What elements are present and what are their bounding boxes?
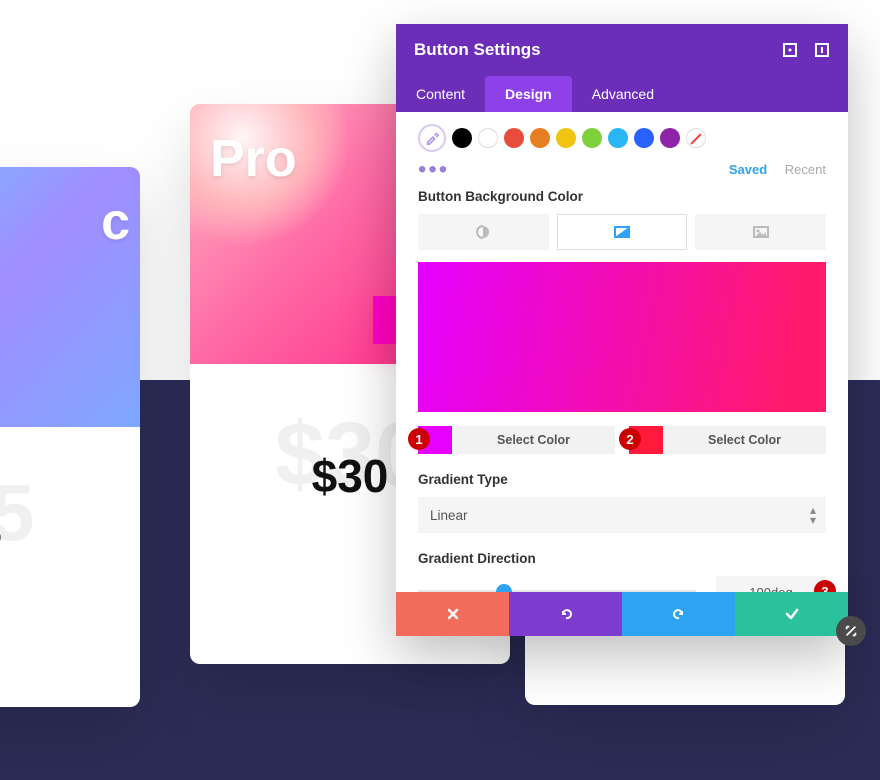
select-color-1-button[interactable]: Select Color — [452, 426, 615, 454]
swatch-orange[interactable] — [530, 128, 550, 148]
swatch-black[interactable] — [452, 128, 472, 148]
swatch-green[interactable] — [582, 128, 602, 148]
saved-link[interactable]: Saved — [729, 162, 767, 177]
swatch-white[interactable] — [478, 128, 498, 148]
gradient-color-1: 1 Select Color — [418, 426, 615, 454]
annotation-3: 3 — [814, 580, 836, 592]
button-background-color-label: Button Background Color — [418, 189, 826, 204]
more-options-icon[interactable]: ••• — [418, 165, 449, 175]
undo-button[interactable] — [509, 592, 622, 636]
price-shadow-basic: 15 — [0, 467, 34, 559]
gradient-color-2: 2 Select Color — [629, 426, 826, 454]
panel-title: Button Settings — [414, 40, 541, 60]
annotation-2: 2 — [619, 428, 641, 450]
panel-action-bar — [396, 592, 848, 636]
swatch-yellow[interactable] — [556, 128, 576, 148]
gradient-direction-row: 3 — [418, 576, 826, 592]
saved-recent-group: Saved Recent — [715, 162, 826, 177]
bg-type-image-icon[interactable] — [695, 214, 826, 250]
price-pro: $30 — [312, 449, 389, 503]
button-settings-panel: Button Settings Content Design Advanced — [396, 24, 848, 636]
saved-recent-row: ••• Saved Recent — [418, 162, 826, 177]
confirm-button[interactable] — [735, 592, 848, 636]
background-type-segment — [418, 214, 826, 250]
recent-link[interactable]: Recent — [785, 162, 826, 177]
redo-button[interactable] — [622, 592, 735, 636]
gradient-colors-row: 1 Select Color 2 Select Color — [418, 426, 826, 454]
help-icon[interactable] — [814, 42, 830, 58]
gradient-direction-input[interactable] — [716, 576, 826, 592]
panel-body: ••• Saved Recent Button Background Color… — [396, 112, 848, 592]
gradient-type-label: Gradient Type — [418, 472, 826, 487]
swatch-red[interactable] — [504, 128, 524, 148]
resize-handle-icon[interactable] — [836, 616, 866, 646]
slider-thumb[interactable] — [496, 584, 512, 592]
gradient-direction-label: Gradient Direction — [418, 551, 826, 566]
select-color-2-button[interactable]: Select Color — [663, 426, 826, 454]
gradient-preview — [418, 262, 826, 412]
annotation-1: 1 — [408, 428, 430, 450]
plan-title-basic: c — [101, 192, 130, 252]
gradient-type-select-wrap: Linear ▴▾ — [418, 497, 826, 533]
expand-icon[interactable] — [782, 42, 798, 58]
plan-title-pro: Pro — [210, 129, 297, 189]
swatch-purple[interactable] — [660, 128, 680, 148]
panel-header-icons — [782, 42, 830, 58]
panel-tabs: Content Design Advanced — [396, 76, 848, 112]
color-swatches-row — [418, 124, 826, 152]
slider-track — [418, 590, 696, 592]
eyedropper-icon[interactable] — [418, 124, 446, 152]
swatch-none-icon[interactable] — [686, 128, 706, 148]
price-basic: 5 — [0, 509, 2, 557]
close-button[interactable] — [396, 592, 509, 636]
swatch-blue[interactable] — [634, 128, 654, 148]
bg-type-solid-icon[interactable] — [418, 214, 549, 250]
bg-type-gradient-icon[interactable] — [557, 214, 688, 250]
pricing-card-basic: c Buy Now 15 5 — [0, 167, 140, 707]
tab-content[interactable]: Content — [396, 76, 485, 112]
gradient-direction-slider[interactable] — [418, 585, 696, 592]
swatch-lightblue[interactable] — [608, 128, 628, 148]
panel-header: Button Settings — [396, 24, 848, 76]
tab-advanced[interactable]: Advanced — [572, 76, 674, 112]
tab-design[interactable]: Design — [485, 76, 572, 112]
gradient-type-select[interactable]: Linear — [418, 497, 826, 533]
card-basic-image: c Buy Now — [0, 167, 140, 427]
